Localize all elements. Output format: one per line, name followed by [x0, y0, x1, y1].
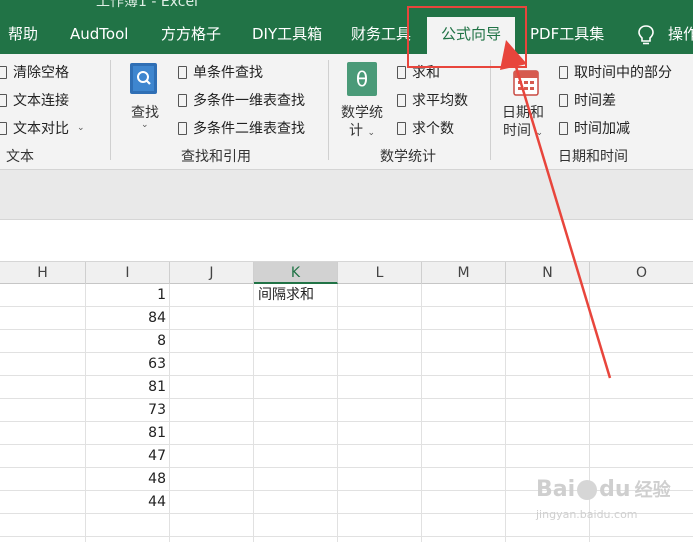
formula-bar-area	[0, 170, 693, 220]
ribbon-tab-bar: 帮助 AudTool 方方格子 DIY工具箱 财务工具 公式向导 PDF工具集 …	[0, 14, 693, 54]
group-label-lookup: 查找和引用	[181, 149, 251, 165]
single-condition-lookup-button[interactable]: 单条件查找	[178, 62, 263, 82]
average-button[interactable]: 求平均数	[397, 90, 468, 110]
time-add-subtract-button[interactable]: 时间加减	[559, 118, 630, 138]
column-header-l[interactable]: L	[338, 262, 422, 284]
extract-time-part-button[interactable]: 取时间中的部分	[559, 62, 672, 82]
cell-i10[interactable]: 44	[86, 491, 166, 514]
group-label-datetime: 日期和时间	[558, 149, 628, 165]
column-header-j[interactable]: J	[170, 262, 254, 284]
tab-finance-tools[interactable]: 财务工具	[351, 14, 411, 54]
baidu-watermark: Bai du 经验 jingyan.baidu.com	[536, 477, 671, 521]
count-button[interactable]: 求个数	[397, 118, 454, 138]
cell-i4[interactable]: 63	[86, 353, 166, 376]
datetime-big-button-label-line2[interactable]: 时间 ⌄	[503, 120, 543, 140]
bookmark-icon	[559, 121, 568, 135]
cell-i6[interactable]: 73	[86, 399, 166, 422]
math-big-button-label-line2[interactable]: 计 ⌄	[349, 120, 375, 140]
multi-condition-2d-lookup-button[interactable]: 多条件二维表查找	[178, 118, 305, 138]
cell-i1[interactable]: 1	[86, 284, 166, 307]
group-label-text: 文本	[6, 149, 34, 165]
bookmark-icon	[397, 65, 406, 79]
bookmark-icon	[0, 65, 7, 79]
bookmark-icon	[559, 93, 568, 107]
datetime-big-button-label-line1[interactable]: 日期和	[502, 102, 544, 122]
chevron-down-icon: ⌄	[141, 120, 149, 130]
title-bar: 工作簿1 - Excel	[0, 0, 693, 14]
column-header-i[interactable]: I	[86, 262, 170, 284]
tab-fangfang[interactable]: 方方格子	[161, 14, 221, 54]
bookmark-icon	[397, 121, 406, 135]
tab-tell-me[interactable]: 操作	[668, 14, 693, 54]
formula-input[interactable]	[0, 220, 693, 262]
calendar-icon[interactable]	[513, 68, 539, 96]
lookup-big-button-label[interactable]: 查找	[131, 102, 159, 122]
bookmark-icon	[178, 65, 187, 79]
group-separator	[328, 60, 329, 160]
text-compare-button[interactable]: 文本对比 ⌄	[0, 118, 85, 138]
lookup-big-button-icon[interactable]	[128, 62, 160, 96]
search-book-icon	[130, 63, 157, 94]
window-title: 工作簿1 - Excel	[96, 0, 198, 10]
bookmark-icon	[0, 121, 7, 135]
lightbulb-icon[interactable]	[637, 24, 655, 46]
chevron-down-icon: ⌄	[367, 128, 375, 138]
cell-i9[interactable]: 48	[86, 468, 166, 491]
cell-i2[interactable]: 84	[86, 307, 166, 330]
group-label-math: 数学统计	[380, 149, 436, 165]
column-header-n[interactable]: N	[506, 262, 590, 284]
chevron-down-icon: ⌄	[77, 123, 85, 133]
time-difference-button[interactable]: 时间差	[559, 90, 616, 110]
ribbon: 清除空格 文本连接 文本对比 ⌄ 文本 查找 ⌄ 单条件查找 多条件一维表查找 多…	[0, 54, 693, 170]
clear-spaces-button[interactable]: 清除空格	[0, 62, 69, 82]
bookmark-icon	[0, 93, 7, 107]
tab-pdf-tools[interactable]: PDF工具集	[530, 14, 604, 54]
text-join-button[interactable]: 文本连接	[0, 90, 69, 110]
multi-condition-1d-lookup-button[interactable]: 多条件一维表查找	[178, 90, 305, 110]
bookmark-icon	[178, 93, 187, 107]
cell-i3[interactable]: 8	[86, 330, 166, 353]
column-headers: H I J K L M N O	[0, 262, 693, 284]
cell-i5[interactable]: 81	[86, 376, 166, 399]
math-big-button-label-line1[interactable]: 数学统	[341, 102, 383, 122]
column-header-m[interactable]: M	[422, 262, 506, 284]
column-header-h[interactable]: H	[0, 262, 86, 284]
bookmark-icon	[559, 65, 568, 79]
group-separator	[110, 60, 111, 160]
cell-k1[interactable]: 间隔求和	[258, 284, 314, 307]
theta-icon[interactable]: θ	[347, 62, 377, 96]
bookmark-icon	[397, 93, 406, 107]
paw-icon	[577, 480, 598, 500]
chevron-down-icon: ⌄	[535, 128, 543, 138]
tab-diy-toolbox[interactable]: DIY工具箱	[252, 14, 322, 54]
group-separator	[490, 60, 491, 160]
tab-audtool[interactable]: AudTool	[70, 14, 128, 54]
cell-i8[interactable]: 47	[86, 445, 166, 468]
bookmark-icon	[178, 121, 187, 135]
highlight-box	[407, 6, 527, 68]
column-header-k[interactable]: K	[254, 262, 338, 284]
column-header-o[interactable]: O	[590, 262, 693, 284]
tab-help[interactable]: 帮助	[8, 14, 38, 54]
cell-i7[interactable]: 81	[86, 422, 166, 445]
